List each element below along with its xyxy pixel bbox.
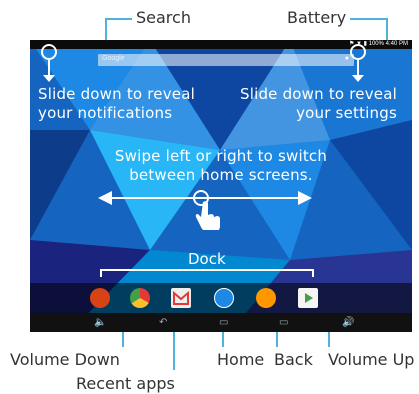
search-bar[interactable]: Google ● xyxy=(98,54,354,66)
mic-icon[interactable]: ● xyxy=(345,55,349,62)
play-music-icon[interactable] xyxy=(256,288,276,308)
volume-up-icon[interactable]: 🔊 xyxy=(342,317,354,328)
callout-back: Back xyxy=(274,350,313,369)
dock-label: Dock xyxy=(188,250,226,268)
recent-apps-icon[interactable]: ↶ xyxy=(159,317,167,328)
callout-battery: Battery xyxy=(287,8,347,27)
swipe-hint: Swipe left or right to switch between ho… xyxy=(114,147,328,184)
settings-hint: Slide down to reveal your settings xyxy=(240,85,397,122)
dock-bracket xyxy=(100,269,314,277)
back-line xyxy=(276,332,278,347)
callout-home: Home xyxy=(217,350,265,369)
home-line xyxy=(222,332,224,347)
volume-down-icon[interactable]: 🔈 xyxy=(94,317,106,328)
down-arrow-icon xyxy=(43,75,55,82)
callout-search: Search xyxy=(136,8,191,27)
notification-touch-circle xyxy=(41,44,57,60)
volume-up-line xyxy=(328,332,330,347)
hand-pointer-icon xyxy=(195,201,220,230)
app-drawer-icon[interactable] xyxy=(214,288,234,308)
dock-app-1-icon[interactable] xyxy=(90,288,110,308)
battery-callout-line xyxy=(350,18,388,20)
search-callout-line xyxy=(105,18,132,20)
volume-down-line xyxy=(122,332,124,347)
callout-volume-up: Volume Up xyxy=(328,350,415,369)
play-store-icon[interactable] xyxy=(298,288,318,308)
chrome-icon[interactable] xyxy=(130,288,150,308)
gmail-icon[interactable] xyxy=(171,288,191,308)
back-icon[interactable]: ▭ xyxy=(279,317,288,328)
recent-apps-line xyxy=(173,332,175,370)
down-arrow-icon xyxy=(352,75,364,82)
callout-volume-down: Volume Down xyxy=(10,350,120,369)
settings-touch-circle xyxy=(350,44,366,60)
notification-hint: Slide down to reveal your notifications xyxy=(38,85,195,122)
search-placeholder: Google xyxy=(102,55,125,62)
tablet-screen: ⚑ ▼ ▮ 100% 4:40 PM Google ● Slide down t… xyxy=(30,40,412,332)
battery-callout-vline xyxy=(386,18,388,40)
home-icon[interactable]: ▭ xyxy=(219,317,228,328)
callout-recent-apps: Recent apps xyxy=(76,374,175,393)
